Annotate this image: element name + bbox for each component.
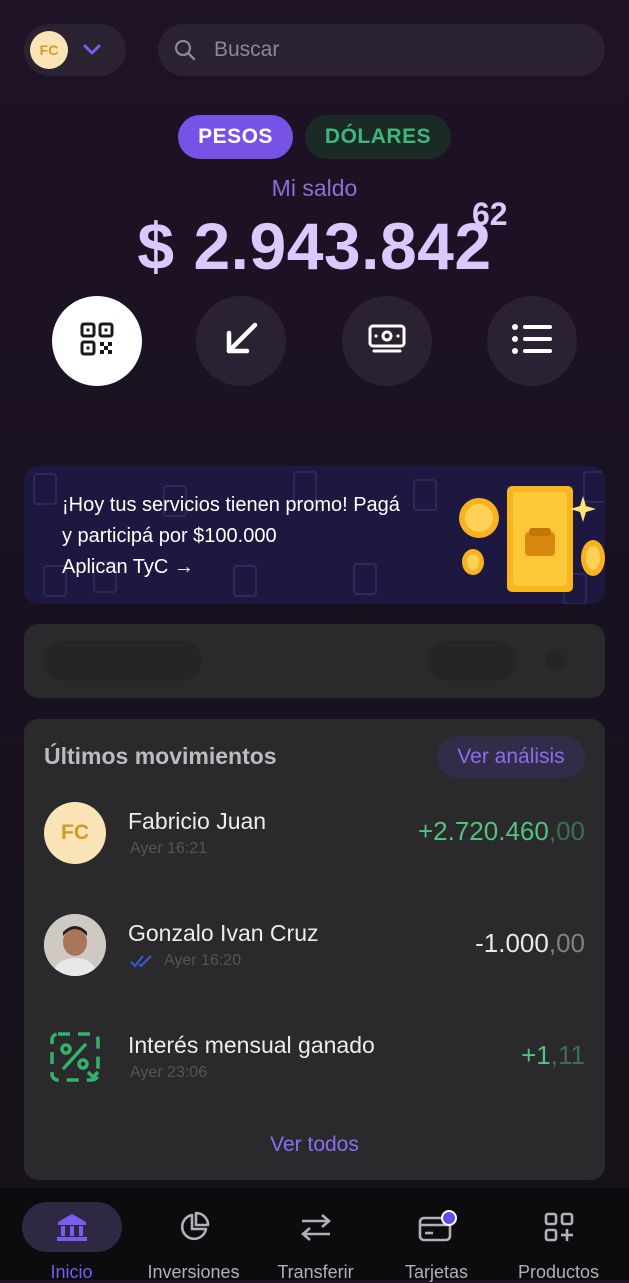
promo-banner[interactable]: ¡Hoy tus servicios tienen promo! Pagá y … [24, 466, 605, 604]
nav-item-tarjetas[interactable]: Tarjetas [374, 1188, 499, 1282]
promo-text: ¡Hoy tus servicios tienen promo! Pagá y … [62, 490, 482, 583]
amount-cents: ,00 [548, 816, 585, 846]
loading-skeleton-card [24, 624, 605, 698]
skeleton-dot [545, 651, 565, 671]
card-icon [387, 1202, 487, 1252]
qr-code-icon [80, 322, 114, 361]
nav-item-productos[interactable]: Productos [496, 1188, 621, 1282]
movement-name: Gonzalo Ivan Cruz [128, 920, 319, 946]
profile-switcher[interactable]: FC [24, 24, 126, 76]
movement-time: Ayer 16:21 [130, 840, 208, 857]
arrow-down-left-icon [221, 319, 261, 364]
analysis-button[interactable]: Ver análisis [437, 736, 585, 778]
see-all-link[interactable]: Ver todos [24, 1133, 605, 1157]
promo-line-1: ¡Hoy tus servicios tienen promo! Pagá [62, 494, 400, 516]
tab-pesos[interactable]: PESOS [178, 115, 293, 159]
nav-item-inicio[interactable]: Inicio [9, 1188, 134, 1282]
movement-row[interactable]: FC Fabricio Juan Ayer 16:21 +2.720.460,0… [44, 802, 585, 872]
bottom-nav: Inicio Inversiones Transferir Tarjetas P… [0, 1188, 629, 1282]
balance-label: Mi saldo [271, 175, 358, 201]
amount-integer: +1 [521, 1040, 551, 1070]
bank-icon [21, 1202, 122, 1252]
avatar: FC [44, 802, 106, 864]
cash-icon [367, 322, 407, 361]
list-icon [511, 323, 553, 360]
amount-cents: ,00 [548, 928, 585, 958]
promo-terms-link[interactable]: Aplican TyC → [62, 552, 482, 583]
person-photo-icon [44, 914, 106, 976]
grid-plus-icon [509, 1202, 609, 1252]
movement-name: Interés mensual ganado [128, 1032, 375, 1058]
promo-line-2: y participá por $100.000 [62, 525, 277, 547]
movement-amount: +2.720.460,00 [418, 816, 585, 847]
percent-icon [44, 1026, 106, 1088]
amount-cents: ,11 [550, 1040, 585, 1070]
balance-cents: 62 [472, 196, 508, 232]
amount-integer: -1.000 [475, 928, 549, 958]
skeleton-pill [428, 641, 516, 681]
search-icon [174, 39, 196, 61]
movement-amount: -1.000,00 [475, 928, 585, 959]
movements-card: Últimos movimientos Ver análisis FC Fabr… [24, 719, 605, 1180]
nav-item-transferir[interactable]: Transferir [253, 1188, 378, 1282]
movement-row[interactable]: Gonzalo Ivan Cruz Ayer 16:20 -1.000,00 [44, 914, 585, 984]
search-bar[interactable] [158, 24, 605, 76]
balance-amount: $ 2.943.842 [0, 208, 629, 284]
nav-item-inversiones[interactable]: Inversiones [131, 1188, 256, 1282]
avatar-photo [44, 914, 106, 976]
movement-row[interactable]: Interés mensual ganado Ayer 23:06 +1,11 [44, 1026, 585, 1096]
movements-title: Últimos movimientos [44, 743, 277, 769]
cash-button[interactable] [342, 296, 432, 386]
pie-chart-icon [144, 1202, 244, 1252]
balance-integer: $ 2.943.842 [137, 209, 492, 283]
chevron-down-icon [82, 40, 102, 60]
movement-name: Fabricio Juan [128, 808, 267, 834]
receive-button[interactable] [196, 296, 286, 386]
movement-time: Ayer 23:06 [130, 1064, 208, 1081]
double-check-icon [130, 954, 154, 973]
list-button[interactable] [487, 296, 577, 386]
transfer-arrows-icon [266, 1202, 366, 1252]
skeleton-bar [44, 641, 202, 681]
tab-dolares[interactable]: DÓLARES [305, 115, 451, 159]
qr-button[interactable] [52, 296, 142, 386]
search-input[interactable] [212, 37, 576, 63]
amount-integer: +2.720.460 [417, 816, 549, 846]
promo-coins-illustration-icon [459, 486, 605, 592]
movement-time: Ayer 16:20 [164, 952, 242, 969]
movement-amount: +1,11 [521, 1040, 585, 1071]
avatar: FC [30, 31, 68, 69]
